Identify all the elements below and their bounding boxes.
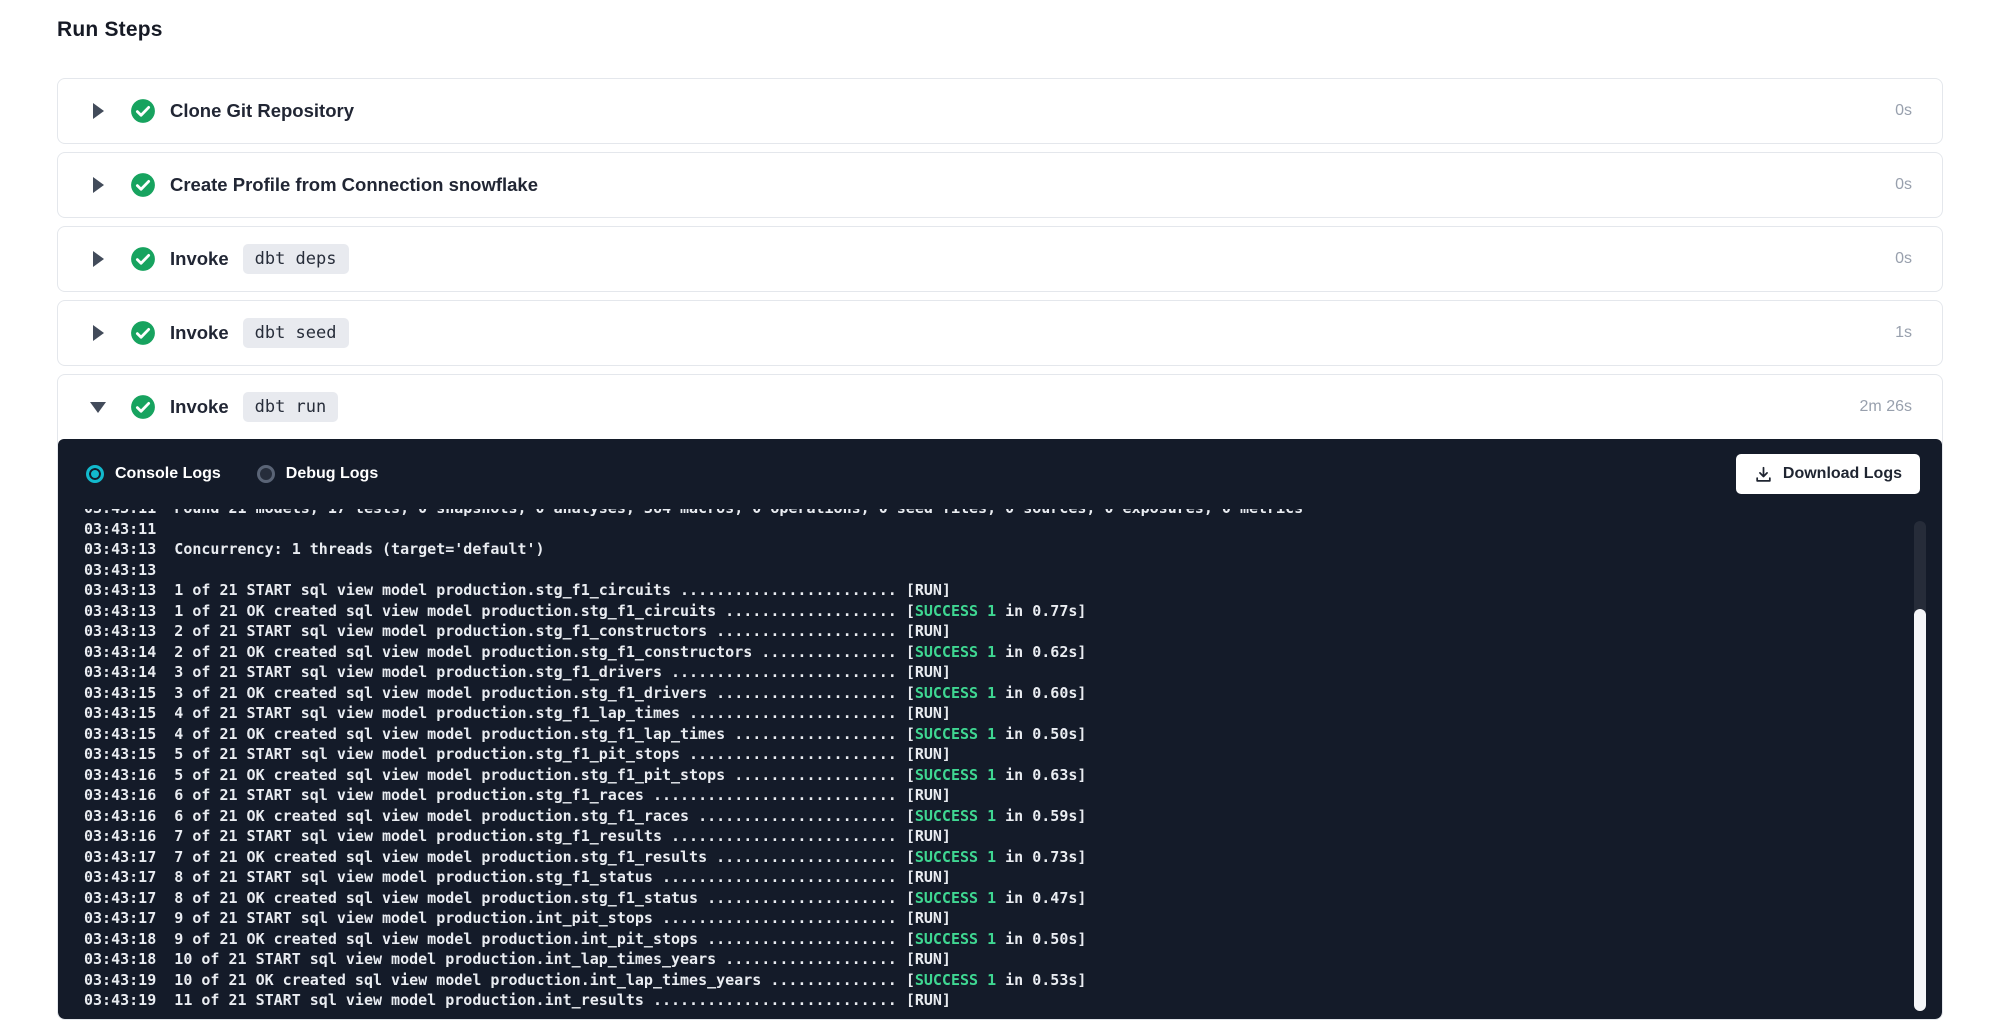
log-line: 03:43:16 6 of 21 OK created sql view mod… — [84, 806, 1942, 827]
success-check-icon — [130, 320, 156, 346]
command-badge: dbt deps — [243, 244, 349, 274]
chevron-right-icon — [90, 177, 106, 193]
log-line: 03:43:18 9 of 21 OK created sql view mod… — [84, 929, 1942, 950]
step-duration: 0s — [1895, 176, 1912, 194]
console-logs-label: Console Logs — [115, 465, 221, 483]
chevron-right-icon — [90, 103, 106, 119]
chevron-down-icon — [90, 402, 106, 413]
success-check-icon — [130, 172, 156, 198]
step-duration: 2m 26s — [1860, 398, 1912, 416]
page-title: Run Steps — [57, 18, 1943, 42]
success-check-icon — [130, 246, 156, 272]
step-title: Invoke — [170, 322, 229, 344]
log-line: 03:43:19 11 of 21 START sql view model p… — [84, 990, 1942, 1011]
log-line: 03:43:16 7 of 21 START sql view model pr… — [84, 826, 1942, 847]
download-icon — [1754, 465, 1773, 484]
radio-selected-icon — [86, 465, 104, 483]
console-panel: Console Logs Debug Logs Download Logs 03… — [58, 439, 1942, 1019]
step-header-create-profile[interactable]: Create Profile from Connection snowflake… — [58, 153, 1942, 217]
step-title: Create Profile from Connection snowflake — [170, 174, 538, 196]
log-line: 03:43:13 Concurrency: 1 threads (target=… — [84, 539, 1942, 560]
log-line: 03:43:13 2 of 21 START sql view model pr… — [84, 621, 1942, 642]
log-line: 03:43:17 8 of 21 OK created sql view mod… — [84, 888, 1942, 909]
log-line: 03:43:13 1 of 21 START sql view model pr… — [84, 580, 1942, 601]
step-title: Invoke — [170, 248, 229, 270]
download-logs-label: Download Logs — [1783, 465, 1902, 483]
radio-unselected-icon — [257, 465, 275, 483]
log-line: 03:43:13 1 of 21 OK created sql view mod… — [84, 601, 1942, 622]
log-line: 03:43:15 5 of 21 START sql view model pr… — [84, 744, 1942, 765]
command-badge: dbt run — [243, 392, 339, 422]
step-card-expanded: Invoke dbt run 2m 26s Console Logs Debug… — [57, 374, 1943, 1020]
step-title: Invoke — [170, 396, 229, 418]
log-line: 03:43:11 — [84, 519, 1942, 540]
log-line: 03:43:18 10 of 21 START sql view model p… — [84, 949, 1942, 970]
step-card: Create Profile from Connection snowflake… — [57, 152, 1943, 218]
console-logs-radio[interactable]: Console Logs — [86, 465, 221, 483]
success-check-icon — [130, 394, 156, 420]
chevron-right-icon — [90, 325, 106, 341]
log-line: 03:43:17 8 of 21 START sql view model pr… — [84, 867, 1942, 888]
step-card: Invoke dbt deps 0s — [57, 226, 1943, 292]
log-line: 03:43:15 3 of 21 OK created sql view mod… — [84, 683, 1942, 704]
console-log: 03:43:11 Found 21 models, 17 tests, 0 sn… — [84, 509, 1942, 1011]
step-header-dbt-run[interactable]: Invoke dbt run 2m 26s — [58, 375, 1942, 439]
log-line: 03:43:14 3 of 21 START sql view model pr… — [84, 662, 1942, 683]
step-duration: 0s — [1895, 250, 1912, 268]
step-card: Invoke dbt seed 1s — [57, 300, 1943, 366]
log-line: 03:43:13 — [84, 560, 1942, 581]
debug-logs-radio[interactable]: Debug Logs — [257, 465, 378, 483]
console-log-area: 03:43:11 Found 21 models, 17 tests, 0 sn… — [58, 509, 1942, 1019]
log-line: 03:43:15 4 of 21 OK created sql view mod… — [84, 724, 1942, 745]
step-card: Clone Git Repository 0s — [57, 78, 1943, 144]
run-steps-page: Run Steps Clone Git Repository 0s Create… — [0, 0, 2000, 1020]
log-line: 03:43:16 6 of 21 START sql view model pr… — [84, 785, 1942, 806]
log-line: 03:43:15 4 of 21 START sql view model pr… — [84, 703, 1942, 724]
step-header-dbt-seed[interactable]: Invoke dbt seed 1s — [58, 301, 1942, 365]
chevron-right-icon — [90, 251, 106, 267]
log-line: 03:43:14 2 of 21 OK created sql view mod… — [84, 642, 1942, 663]
log-line: 03:43:11 Found 21 models, 17 tests, 0 sn… — [84, 509, 1942, 519]
log-line: 03:43:17 7 of 21 OK created sql view mod… — [84, 847, 1942, 868]
step-duration: 0s — [1895, 102, 1912, 120]
command-badge: dbt seed — [243, 318, 349, 348]
download-logs-button[interactable]: Download Logs — [1736, 454, 1920, 494]
log-line: 03:43:17 9 of 21 START sql view model pr… — [84, 908, 1942, 929]
debug-logs-label: Debug Logs — [286, 465, 378, 483]
success-check-icon — [130, 98, 156, 124]
console-scrollbar-thumb[interactable] — [1914, 609, 1926, 1011]
log-line: 03:43:16 5 of 21 OK created sql view mod… — [84, 765, 1942, 786]
step-duration: 1s — [1895, 324, 1912, 342]
step-header-clone-git-repository[interactable]: Clone Git Repository 0s — [58, 79, 1942, 143]
log-line: 03:43:19 10 of 21 OK created sql view mo… — [84, 970, 1942, 991]
console-header: Console Logs Debug Logs Download Logs — [58, 439, 1942, 509]
step-header-dbt-deps[interactable]: Invoke dbt deps 0s — [58, 227, 1942, 291]
step-title: Clone Git Repository — [170, 100, 354, 122]
